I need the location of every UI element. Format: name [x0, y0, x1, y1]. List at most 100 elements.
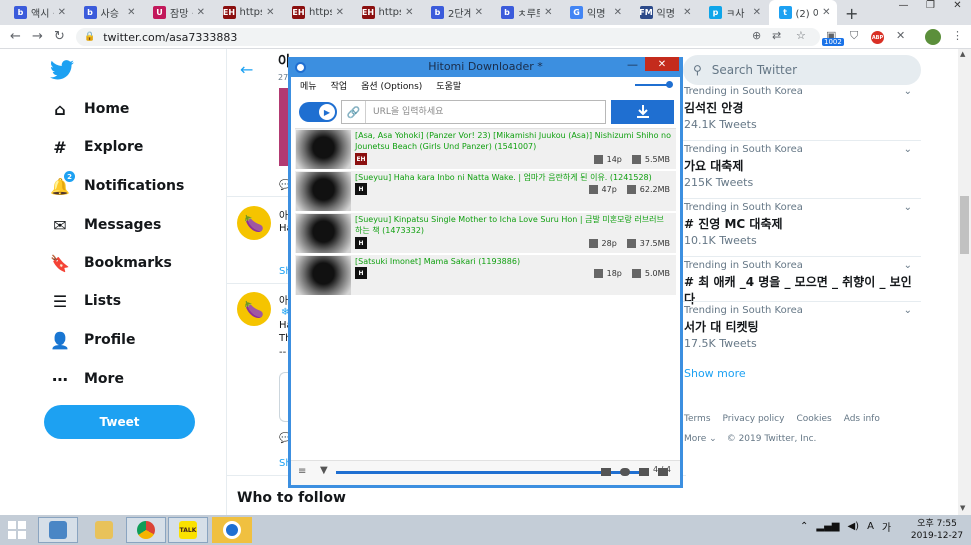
nav-item-more[interactable]: ⋯ More: [50, 367, 124, 391]
volume-icon[interactable]: ◀): [847, 521, 859, 532]
footer-link[interactable]: Cookies: [796, 414, 831, 424]
chevron-down-icon[interactable]: ⌄: [904, 305, 912, 316]
tab-close-icon[interactable]: ✕: [753, 7, 761, 18]
trend-item[interactable]: Trending in South Korea 김석진 안경 24.1K Tweet…: [684, 86, 912, 131]
close-window-button[interactable]: ✕: [944, 0, 971, 14]
tab-close-icon[interactable]: ✕: [127, 7, 135, 18]
address-bar[interactable]: 🔒 twitter.com/asa7333883: [76, 28, 820, 46]
chevron-down-icon[interactable]: ⌄: [904, 202, 912, 213]
avatar[interactable]: 🍆: [237, 206, 271, 240]
browser-tab[interactable]: EHhttps:✕: [282, 0, 350, 25]
footer-link[interactable]: Privacy policy: [723, 414, 785, 424]
browser-tab[interactable]: b 2단계 ✕: [421, 0, 489, 25]
url-input[interactable]: [366, 102, 596, 122]
tab-close-icon[interactable]: ✕: [266, 7, 274, 18]
tab-close-icon[interactable]: ✕: [58, 7, 66, 18]
browser-tab[interactable]: U 잠망 · ✕: [143, 0, 211, 25]
shield-icon[interactable]: ⛉: [850, 29, 858, 43]
filter-icon[interactable]: ▼: [320, 465, 328, 476]
chevron-down-icon[interactable]: ⌄: [904, 144, 912, 155]
trend-item[interactable]: Trending in South Korea 서가 대 티켓팅 17.5K Twe…: [684, 305, 912, 350]
clock[interactable]: 오후 7:55 2019-12-27: [905, 518, 969, 542]
play-icon[interactable]: ▶: [317, 102, 337, 122]
windows-start-icon[interactable]: [8, 521, 26, 539]
new-tab-button[interactable]: +: [845, 4, 858, 23]
browser-tab[interactable]: t (2) 아 ✕: [768, 0, 837, 25]
taskbar-app[interactable]: [38, 517, 78, 543]
tweet-button[interactable]: Tweet: [44, 405, 195, 439]
nav-item-home[interactable]: ⌂ Home: [50, 97, 129, 121]
adblock-icon[interactable]: ABP: [871, 31, 884, 44]
taskbar-app[interactable]: [212, 517, 252, 543]
nav-item-lists[interactable]: ☰ Lists: [50, 289, 121, 313]
reload-icon[interactable]: ↻: [54, 29, 65, 44]
footer-link[interactable]: Terms: [684, 414, 711, 424]
tab-close-icon[interactable]: ✕: [683, 7, 691, 18]
speed-slider[interactable]: [635, 84, 668, 86]
trend-item[interactable]: Trending in South Korea # 최 애캐 _4 명을 _ 모으…: [684, 260, 912, 307]
browser-tab[interactable]: EHhttps:✕: [352, 0, 420, 25]
taskbar-app[interactable]: [84, 517, 124, 543]
nav-item-explore[interactable]: # Explore: [50, 135, 143, 159]
taskbar-app[interactable]: [126, 517, 166, 543]
sort-icon[interactable]: ≡: [298, 466, 306, 477]
profile-avatar[interactable]: [925, 29, 941, 45]
translate-icon[interactable]: ⇄: [772, 29, 781, 42]
browser-tab[interactable]: EHhttps:✕: [213, 0, 281, 25]
restore-button[interactable]: ❐: [917, 0, 944, 14]
crossed-icon[interactable]: ✕: [896, 29, 905, 42]
scroll-down-icon[interactable]: ▼: [960, 504, 965, 512]
footer-link[interactable]: Ads info: [844, 414, 880, 424]
browser-tab[interactable]: b 액시 · ✕: [4, 0, 72, 25]
window-icon[interactable]: [658, 468, 668, 476]
menu-item[interactable]: 도움말: [436, 79, 461, 92]
footer-more-link[interactable]: More ⌄: [684, 434, 717, 444]
minimize-icon[interactable]: —: [625, 58, 640, 71]
chevron-down-icon[interactable]: ⌄: [904, 260, 912, 271]
chevron-up-icon[interactable]: ⌃: [800, 521, 808, 532]
menu-item[interactable]: 메뉴: [300, 79, 317, 92]
heart-icon[interactable]: [620, 468, 630, 476]
nav-item-profile[interactable]: 👤 Profile: [50, 328, 135, 352]
tab-close-icon[interactable]: ✕: [197, 7, 205, 18]
speed-slider-knob[interactable]: [666, 81, 673, 88]
search-box[interactable]: ⚲ Search Twitter: [683, 55, 921, 85]
tab-close-icon[interactable]: ✕: [475, 7, 483, 18]
trend-item[interactable]: Trending in South Korea # 진영 MC 대축제 10.1K …: [684, 202, 912, 247]
ime-indicator[interactable]: A: [867, 521, 874, 532]
browser-tab[interactable]: G 익명 ✕: [560, 0, 628, 25]
ime-mode-indicator[interactable]: 가: [882, 519, 891, 534]
chevron-down-icon[interactable]: ⌄: [904, 86, 912, 97]
browser-tab[interactable]: bㅊ루트✕: [491, 0, 559, 25]
browser-tab[interactable]: b 사승 · ✕: [74, 0, 142, 25]
install-icon[interactable]: ⊕: [752, 29, 761, 42]
tab-close-icon[interactable]: ✕: [544, 7, 552, 18]
browser-tab[interactable]: p ㅋ사 ✕: [699, 0, 767, 25]
nav-item-bookmarks[interactable]: 🔖 Bookmarks: [50, 251, 172, 275]
tab-close-icon[interactable]: ✕: [336, 7, 344, 18]
comment-icon[interactable]: [639, 468, 649, 476]
avatar[interactable]: 🍆: [237, 292, 271, 326]
tab-close-icon[interactable]: ✕: [405, 7, 413, 18]
menu-item[interactable]: 옵션 (Options): [361, 79, 422, 92]
download-row[interactable]: [Asa, Asa Yohoki] (Panzer Vor! 23) [Mika…: [295, 129, 676, 170]
page-scrollbar[interactable]: [958, 49, 971, 515]
taskbar-app[interactable]: TALK: [168, 517, 208, 543]
download-row[interactable]: [Satsuki Imonet] Mama Sakari (1193886) H 1…: [295, 255, 676, 296]
nav-item-notifications[interactable]: 🔔 2 Notifications: [50, 171, 184, 198]
browser-tab[interactable]: FM 익명 ✕: [630, 0, 698, 25]
back-arrow-icon[interactable]: ←: [240, 60, 253, 79]
menu-item[interactable]: 작업: [331, 79, 348, 92]
minimize-button[interactable]: —: [890, 0, 917, 14]
network-icon[interactable]: ▂▄▆: [816, 521, 839, 532]
download-row[interactable]: [Sueyuu] Haha kara Inbo ni Natta Wake. |…: [295, 171, 676, 212]
tab-close-icon[interactable]: ✕: [614, 7, 622, 18]
twitter-logo-icon[interactable]: [50, 60, 74, 80]
trend-item[interactable]: Trending in South Korea 가요 대축제 215K Tweets…: [684, 144, 912, 189]
bookmark-star-icon[interactable]: ☆: [796, 29, 806, 42]
back-icon[interactable]: ←: [10, 29, 21, 44]
folder-icon[interactable]: [601, 468, 611, 476]
download-button[interactable]: [611, 100, 674, 124]
nav-item-messages[interactable]: ✉ Messages: [50, 213, 161, 237]
show-more-link[interactable]: Show more: [684, 367, 746, 380]
